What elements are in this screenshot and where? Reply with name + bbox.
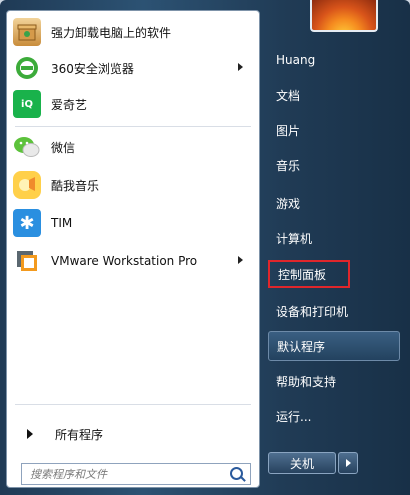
360-browser-icon [13, 54, 41, 82]
right-item-control-panel[interactable]: 控制面板 [268, 260, 350, 288]
start-menu: 强力卸载电脑上的软件 360安全浏览器 iQ 爱奇艺 微信 酷我音乐 ✱ TIM… [0, 0, 410, 495]
program-label: VMware Workstation Pro [51, 254, 198, 268]
right-item-label: 计算机 [276, 231, 313, 246]
program-vmware[interactable]: VMware Workstation Pro [13, 244, 253, 278]
right-item-label: 默认程序 [277, 339, 326, 354]
program-label: 酷我音乐 [51, 178, 100, 193]
right-item-label: 控制面板 [278, 267, 327, 282]
user-avatar[interactable] [310, 0, 378, 32]
right-item-documents[interactable]: 文档 [268, 80, 400, 110]
programs-pane: 强力卸载电脑上的软件 360安全浏览器 iQ 爱奇艺 微信 酷我音乐 ✱ TIM… [6, 10, 260, 488]
program-label: 强力卸载电脑上的软件 [51, 25, 172, 40]
program-label: 360安全浏览器 [51, 61, 134, 76]
right-item-run[interactable]: 运行... [268, 401, 400, 431]
submenu-arrow-icon[interactable] [238, 256, 243, 264]
right-item-help-support[interactable]: 帮助和支持 [268, 366, 400, 396]
search-input[interactable]: 搜索程序和文件 [21, 463, 251, 485]
search-icon[interactable] [230, 467, 243, 480]
program-wechat[interactable]: 微信 [13, 130, 253, 164]
kuwo-music-icon [13, 171, 41, 199]
program-kuwo[interactable]: 酷我音乐 [13, 168, 253, 202]
right-item-computer[interactable]: 计算机 [268, 223, 400, 253]
separator [15, 126, 251, 127]
right-item-pictures[interactable]: 图片 [268, 115, 400, 145]
right-item-label: 运行... [276, 409, 312, 424]
right-item-user[interactable]: Huang [268, 45, 400, 75]
right-item-label: 设备和打印机 [276, 304, 349, 319]
tim-icon: ✱ [13, 209, 41, 237]
right-item-devices-printers[interactable]: 设备和打印机 [268, 296, 400, 326]
separator [15, 404, 251, 405]
shutdown-button[interactable]: 关机 [268, 452, 336, 474]
search-placeholder: 搜索程序和文件 [30, 468, 107, 481]
right-item-label: 音乐 [276, 158, 301, 173]
uninstall-box-icon [13, 18, 41, 46]
right-item-label: 图片 [276, 123, 301, 138]
shutdown-options-button[interactable] [338, 452, 358, 474]
right-item-games[interactable]: 游戏 [268, 188, 400, 218]
shutdown-label: 关机 [289, 456, 314, 471]
right-item-label: 文档 [276, 88, 301, 103]
program-uninstaller[interactable]: 强力卸载电脑上的软件 [13, 15, 253, 49]
all-programs-label: 所有程序 [55, 427, 104, 442]
play-arrow-icon [27, 429, 33, 439]
right-item-music[interactable]: 音乐 [268, 150, 400, 180]
program-iqiyi[interactable]: iQ 爱奇艺 [13, 87, 253, 121]
all-programs-button[interactable]: 所有程序 [17, 421, 253, 447]
program-label: 爱奇艺 [51, 97, 88, 112]
program-label: 微信 [51, 140, 76, 155]
vmware-icon [13, 247, 41, 275]
program-tim[interactable]: ✱ TIM [13, 206, 253, 240]
right-item-label: 游戏 [276, 196, 301, 211]
right-item-label: 帮助和支持 [276, 374, 337, 389]
wechat-icon [13, 133, 41, 161]
submenu-arrow-icon[interactable] [238, 63, 243, 71]
program-360-browser[interactable]: 360安全浏览器 [13, 51, 253, 85]
right-item-default-programs[interactable]: 默认程序 [268, 331, 400, 361]
right-item-label: Huang [276, 53, 316, 67]
iqiyi-icon: iQ [13, 90, 41, 118]
program-label: TIM [51, 216, 73, 230]
